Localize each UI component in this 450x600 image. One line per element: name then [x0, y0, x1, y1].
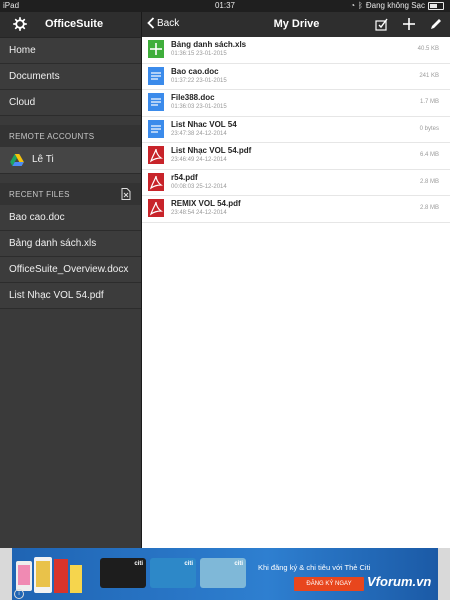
file-size: 241 KB: [419, 72, 439, 79]
sidebar-item-home[interactable]: Home: [0, 38, 141, 64]
edit-pencil-icon[interactable]: [429, 17, 443, 31]
status-right: ◔ ᛒ Đang không Sạc: [350, 0, 444, 12]
pdf-file-icon: [148, 172, 164, 191]
app-title: OfficeSuite: [45, 18, 104, 30]
file-date: 23:47:38 24-12-2014: [171, 130, 227, 137]
pdf-file-icon: [148, 199, 164, 217]
remote-accounts-header: REMOTE ACCOUNTS: [0, 125, 141, 147]
file-size: 6.4 MB: [419, 152, 439, 158]
plus-icon[interactable]: [402, 17, 416, 31]
ad-headline: Khi đăng ký & chi tiêu với Thẻ Citi: [258, 563, 371, 572]
file-row[interactable]: Bảng danh sách.xls 01:36:15 23-01-2015 4…: [142, 37, 450, 64]
charging-text: Đang không Sạc: [365, 1, 425, 10]
file-name: Bảng danh sách.xls: [171, 40, 247, 49]
top-bar: Back My Drive: [142, 12, 450, 37]
select-icon[interactable]: [375, 17, 389, 31]
document-file-icon: [148, 66, 164, 85]
file-list: Bảng danh sách.xls 01:36:15 23-01-2015 4…: [142, 37, 450, 223]
file-date: 23:46:49 24-12-2014: [171, 157, 227, 163]
file-row[interactable]: REMIX VOL 54.pdf 23:48:54 24-12-2014 2.8…: [142, 196, 450, 223]
recent-files-header: RECENT FILES: [0, 183, 141, 205]
sidebar: OfficeSuite Home Documents Cloud REMOTE …: [0, 12, 141, 548]
file-row[interactable]: r54.pdf 00:08:03 25-12-2014 2.8 MB: [142, 169, 450, 196]
file-row[interactable]: Bao cao.doc 01:37:22 23-01-2015 241 KB: [142, 63, 450, 90]
file-date: 01:36:15 23-01-2015: [171, 51, 227, 57]
clear-recent-icon[interactable]: [121, 188, 131, 200]
recent-file-item[interactable]: List Nhạc VOL 54.pdf: [0, 283, 141, 309]
file-name: File388.doc: [171, 93, 215, 102]
status-bar: iPad 01:37 ◔ ᛒ Đang không Sạc: [0, 0, 450, 12]
info-icon[interactable]: i: [14, 589, 24, 599]
file-name: Bao cao.doc: [171, 66, 219, 76]
spreadsheet-file-icon: [148, 40, 164, 58]
file-row[interactable]: List Nhac VOL 54 23:47:38 24-12-2014 0 b…: [142, 116, 450, 143]
file-size: 1.7 MB: [419, 99, 439, 105]
file-date: 23:48:54 24-12-2014: [171, 210, 227, 216]
account-name: Lê Ti: [32, 154, 54, 165]
account-item-google-drive[interactable]: Lê Ti: [0, 147, 141, 174]
file-date: 01:37:22 23-01-2015: [171, 77, 227, 84]
pdf-file-icon: [148, 146, 164, 164]
recent-files-label: RECENT FILES: [9, 190, 70, 199]
recent-file-item[interactable]: Bảng danh sách.xls: [0, 231, 141, 257]
document-file-icon: [148, 93, 164, 111]
document-file-icon: [148, 119, 164, 138]
file-date: 00:08:03 25-12-2014: [171, 183, 227, 190]
gear-icon[interactable]: [13, 17, 27, 31]
file-size: 0 bytes: [419, 125, 439, 132]
file-row[interactable]: File388.doc 01:36:03 23-01-2015 1.7 MB: [142, 90, 450, 117]
ad-content: citi citi citi Khi đăng ký & chi tiêu vớ…: [12, 548, 438, 600]
vforum-watermark: Vforum.vn: [367, 574, 432, 589]
card-brand: citi: [134, 561, 143, 567]
file-size: 40.5 KB: [417, 46, 439, 52]
sidebar-header: OfficeSuite: [0, 12, 141, 38]
bluetooth-icon: ᛒ: [358, 1, 363, 10]
card-brand: citi: [184, 561, 193, 567]
credit-card-image: citi: [200, 558, 246, 588]
file-name: r54.pdf: [171, 172, 198, 182]
file-size: 2.8 MB: [419, 178, 439, 185]
sidebar-item-cloud[interactable]: Cloud: [0, 90, 141, 116]
card-brand: citi: [234, 561, 243, 567]
file-name: List Nhạc VOL 54.pdf: [171, 146, 252, 155]
recent-file-item[interactable]: OfficeSuite_Overview.docx: [0, 257, 141, 283]
file-name: List Nhac VOL 54: [171, 119, 237, 129]
ad-banner[interactable]: citi citi citi Khi đăng ký & chi tiêu vớ…: [0, 548, 450, 600]
credit-card-image: citi: [150, 558, 196, 588]
google-drive-icon: [10, 154, 24, 166]
main-panel: Back My Drive Bảng danh sách.xls 01:36:1…: [141, 12, 450, 548]
devices-promo-image: [16, 557, 82, 593]
file-name: REMIX VOL 54.pdf: [171, 199, 241, 208]
credit-card-image: citi: [100, 558, 146, 588]
file-row[interactable]: List Nhạc VOL 54.pdf 23:46:49 24-12-2014…: [142, 143, 450, 170]
sidebar-item-documents[interactable]: Documents: [0, 64, 141, 90]
register-now-button[interactable]: ĐĂNG KÝ NGAY: [294, 577, 364, 591]
file-date: 01:36:03 23-01-2015: [171, 104, 227, 110]
file-size: 2.8 MB: [419, 205, 439, 211]
recent-file-item[interactable]: Bao cao.doc: [0, 205, 141, 231]
lock-rotation-icon: ◔: [350, 1, 356, 10]
battery-icon: [428, 2, 444, 10]
